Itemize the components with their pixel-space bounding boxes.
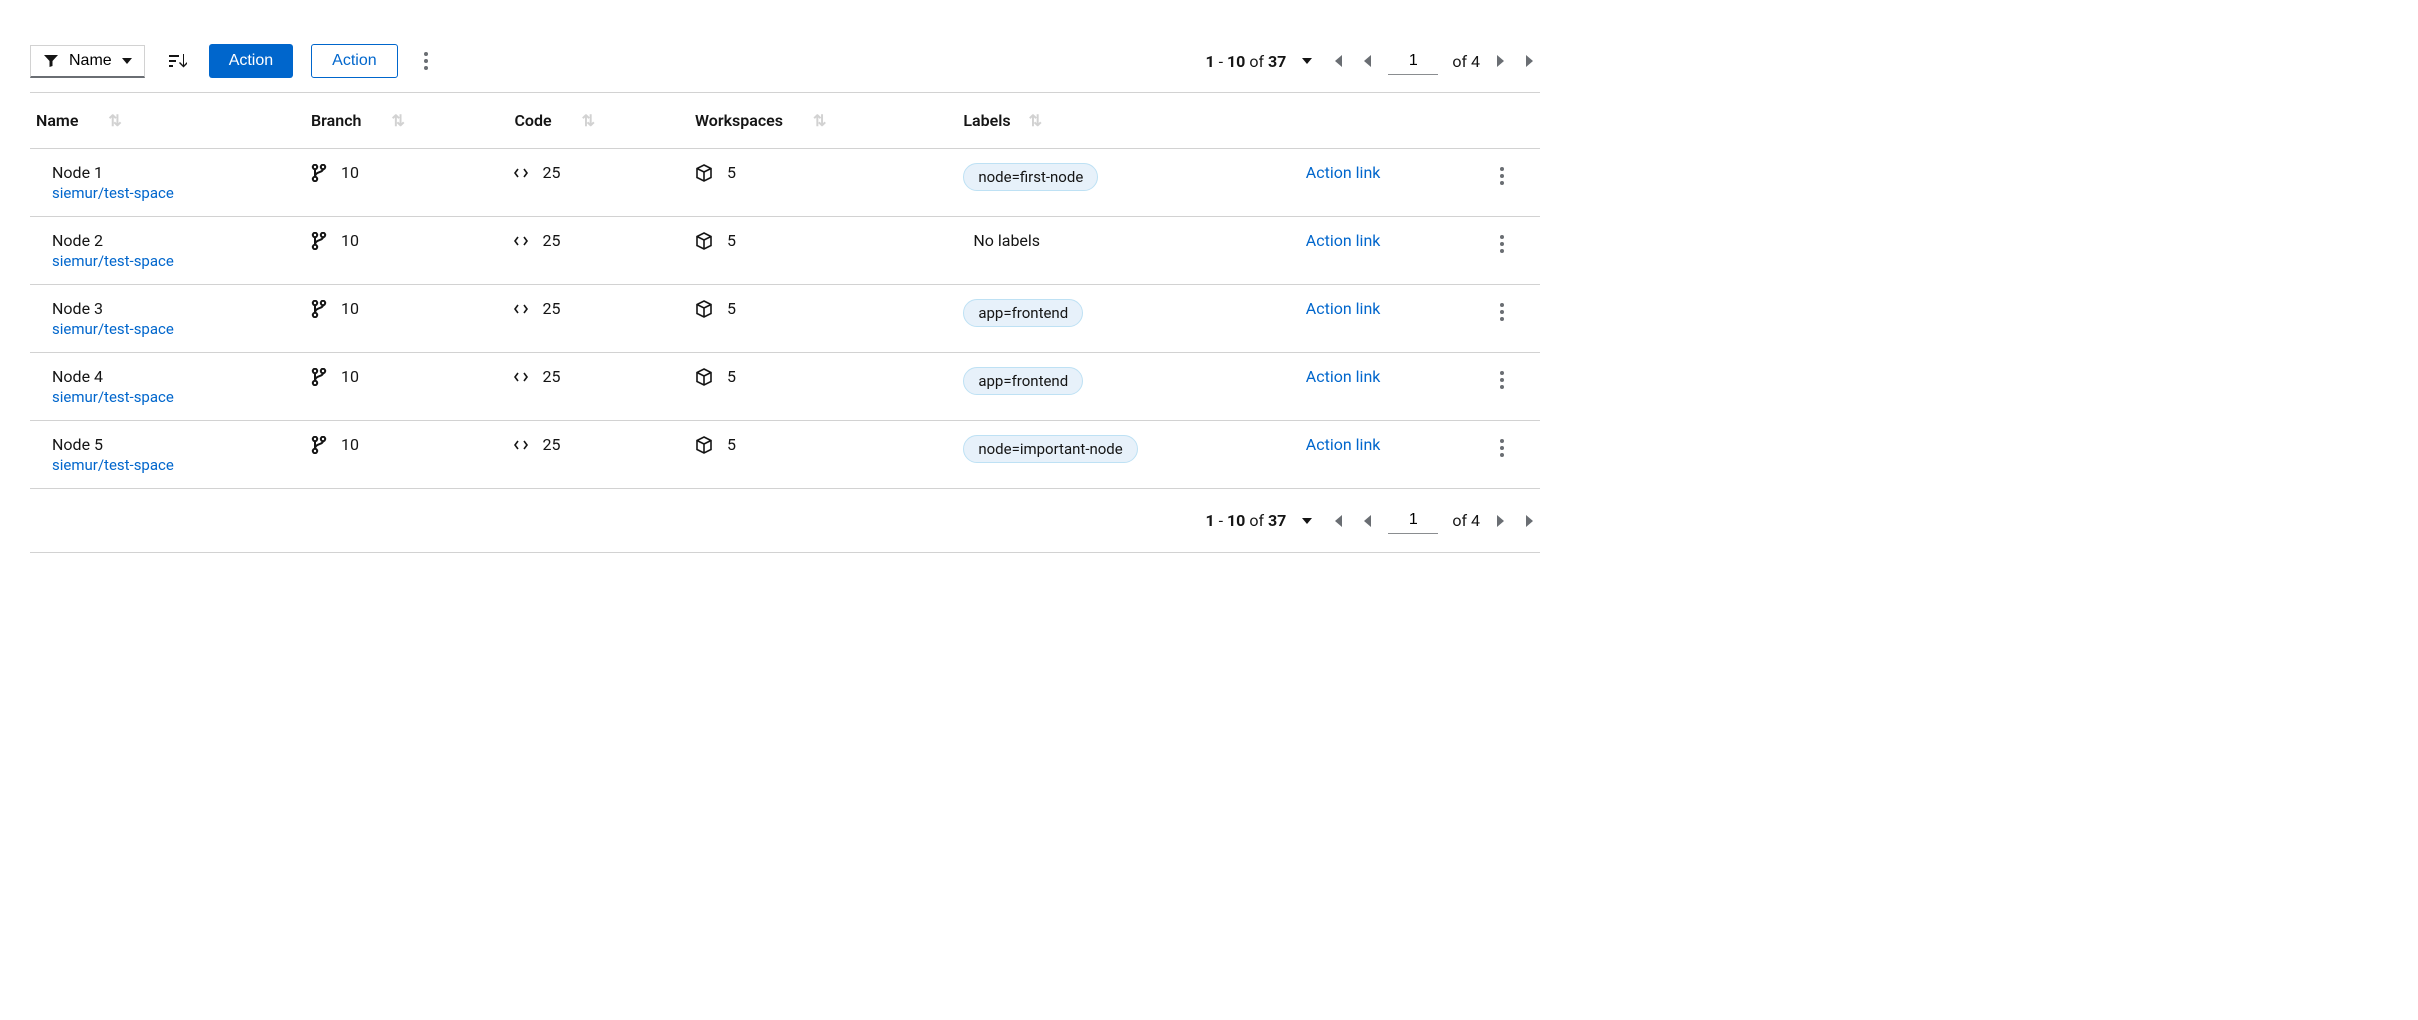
label-chip[interactable]: node=first-node (963, 163, 1098, 191)
code-count: 25 (542, 367, 560, 386)
node-name: Node 4 (52, 367, 287, 386)
branch-count: 10 (341, 231, 359, 250)
pagination-range: 1 - 10 of 37 (1205, 52, 1286, 71)
cube-icon (695, 164, 713, 182)
table-row: Node 2 siemur/test-space 10 25 5 No labels Act… (30, 217, 1540, 285)
col-code[interactable]: Code⇅ (502, 93, 682, 149)
row-kebab[interactable] (1492, 163, 1512, 189)
branch-count: 10 (341, 299, 359, 318)
last-page-button[interactable] (1522, 52, 1540, 70)
action-secondary-button[interactable]: Action (311, 44, 397, 78)
row-kebab[interactable] (1492, 435, 1512, 461)
branch-icon (311, 300, 327, 318)
workspaces-count: 5 (727, 231, 736, 250)
col-labels[interactable]: Labels⇅ (951, 93, 1293, 149)
toolbar-kebab[interactable] (416, 48, 436, 74)
data-table: Name⇅ Branch⇅ Code⇅ Workspaces⇅ Labels⇅ … (30, 92, 1540, 489)
workspaces-count: 5 (727, 435, 736, 454)
next-page-button[interactable] (1494, 512, 1508, 530)
node-subtext[interactable]: siemur/test-space (52, 252, 287, 270)
node-name: Node 5 (52, 435, 287, 454)
cube-icon (695, 368, 713, 386)
branch-count: 10 (341, 163, 359, 182)
row-kebab[interactable] (1492, 367, 1512, 393)
action-link[interactable]: Action link (1306, 367, 1381, 386)
label-chip[interactable]: app=frontend (963, 367, 1083, 395)
pagination-range: 1 - 10 of 37 (1205, 511, 1286, 530)
workspaces-count: 5 (727, 299, 736, 318)
code-count: 25 (542, 231, 560, 250)
sort-button[interactable] (163, 48, 191, 74)
first-page-button[interactable] (1328, 52, 1346, 70)
code-count: 25 (542, 163, 560, 182)
prev-page-button[interactable] (1360, 52, 1374, 70)
row-kebab[interactable] (1492, 231, 1512, 257)
pagination-top: 1 - 10 of 37 of 4 (1205, 48, 1540, 75)
page-input[interactable] (1388, 507, 1438, 534)
cube-icon (695, 436, 713, 454)
code-icon (514, 167, 528, 179)
of-pages: of 4 (1452, 52, 1480, 71)
items-per-page-toggle[interactable] (1300, 516, 1314, 526)
branch-count: 10 (341, 367, 359, 386)
first-page-button[interactable] (1328, 512, 1346, 530)
action-primary-button[interactable]: Action (209, 44, 293, 78)
node-subtext[interactable]: siemur/test-space (52, 320, 287, 338)
node-name: Node 1 (52, 163, 287, 182)
action-link[interactable]: Action link (1306, 435, 1381, 454)
of-pages: of 4 (1452, 511, 1480, 530)
cube-icon (695, 300, 713, 318)
table-row: Node 4 siemur/test-space 10 25 5 app=frontend… (30, 353, 1540, 421)
code-count: 25 (542, 435, 560, 454)
branch-icon (311, 436, 327, 454)
sort-icon: ⇅ (813, 111, 826, 130)
code-icon (514, 371, 528, 383)
workspaces-count: 5 (727, 367, 736, 386)
col-branch[interactable]: Branch⇅ (299, 93, 502, 149)
filter-label: Name (69, 52, 112, 70)
action-link[interactable]: Action link (1306, 163, 1381, 182)
last-page-button[interactable] (1522, 512, 1540, 530)
filter-icon (43, 53, 59, 69)
workspaces-count: 5 (727, 163, 736, 182)
col-name[interactable]: Name⇅ (30, 93, 299, 149)
page-input[interactable] (1388, 48, 1438, 75)
items-per-page-toggle[interactable] (1300, 56, 1314, 66)
sort-icon: ⇅ (1029, 111, 1042, 130)
col-workspaces[interactable]: Workspaces⇅ (683, 93, 951, 149)
code-icon (514, 303, 528, 315)
label-chip[interactable]: node=important-node (963, 435, 1137, 463)
no-labels-text: No labels (963, 231, 1040, 250)
next-page-button[interactable] (1494, 52, 1508, 70)
branch-icon (311, 164, 327, 182)
prev-page-button[interactable] (1360, 512, 1374, 530)
cube-icon (695, 232, 713, 250)
node-name: Node 2 (52, 231, 287, 250)
branch-icon (311, 232, 327, 250)
node-subtext[interactable]: siemur/test-space (52, 388, 287, 406)
filter-dropdown[interactable]: Name (30, 45, 145, 78)
code-icon (514, 439, 528, 451)
branch-count: 10 (341, 435, 359, 454)
node-subtext[interactable]: siemur/test-space (52, 184, 287, 202)
code-icon (514, 235, 528, 247)
action-link[interactable]: Action link (1306, 231, 1381, 250)
table-row: Node 5 siemur/test-space 10 25 5 node=importa… (30, 421, 1540, 489)
sort-icon: ⇅ (582, 111, 595, 130)
node-name: Node 3 (52, 299, 287, 318)
pagination-bottom: 1 - 10 of 37 of 4 (1205, 507, 1540, 534)
caret-down-icon (122, 58, 132, 64)
code-count: 25 (542, 299, 560, 318)
branch-icon (311, 368, 327, 386)
table-row: Node 3 siemur/test-space 10 25 5 app=frontend… (30, 285, 1540, 353)
row-kebab[interactable] (1492, 299, 1512, 325)
label-chip[interactable]: app=frontend (963, 299, 1083, 327)
toolbar: Name Action Action 1 - 10 of (30, 30, 1540, 92)
table-row: Node 1 siemur/test-space 10 25 5 node=first-n… (30, 149, 1540, 217)
sort-icon: ⇅ (108, 111, 121, 130)
node-subtext[interactable]: siemur/test-space (52, 456, 287, 474)
action-link[interactable]: Action link (1306, 299, 1381, 318)
sort-icon: ⇅ (391, 111, 404, 130)
